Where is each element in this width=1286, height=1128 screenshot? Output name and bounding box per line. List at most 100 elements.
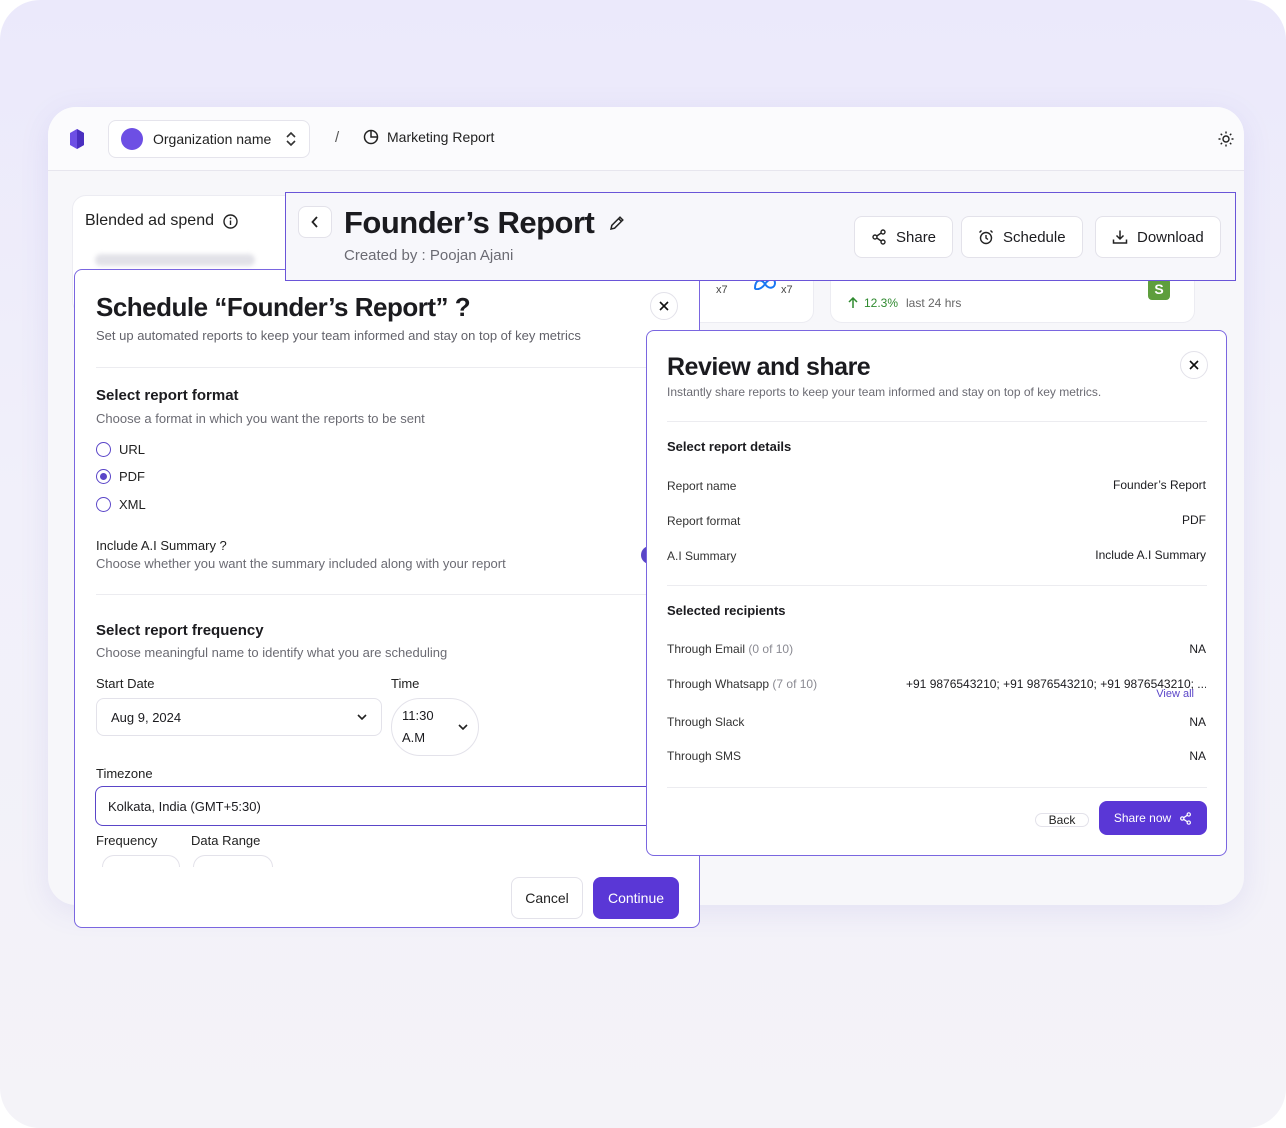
divider: [96, 594, 656, 595]
schedule-close-button[interactable]: [650, 292, 678, 320]
recipient-count: (0 of 10): [748, 642, 794, 656]
time-value-meridiem: A.M: [402, 730, 426, 745]
recipient-value: NA: [1189, 715, 1206, 729]
data-range-select[interactable]: [193, 855, 273, 867]
download-button-label: Download: [1137, 228, 1204, 246]
detail-key: A.I Summary: [667, 549, 737, 563]
chevron-down-icon: [458, 724, 468, 730]
review-share-modal: Review and share Instantly share reports…: [646, 330, 1227, 856]
shopify-logo-icon: S: [1148, 278, 1170, 300]
recipient-channel: Through Slack: [667, 715, 745, 729]
channel-count-a: x7: [716, 284, 728, 296]
pie-chart-icon: [363, 129, 379, 145]
review-close-button[interactable]: [1180, 351, 1208, 379]
top-bar: Organization name / Marketing Report: [48, 107, 1244, 171]
frequency-label: Frequency: [96, 833, 158, 848]
channel-count-b: x7: [781, 284, 793, 296]
data-range-label: Data Range: [191, 833, 261, 848]
app-logo-icon: [70, 129, 84, 149]
download-button[interactable]: Download: [1095, 216, 1221, 258]
start-date-label: Start Date: [96, 676, 155, 691]
chevron-left-icon: [311, 216, 318, 228]
review-modal-title: Review and share: [667, 353, 871, 381]
info-icon[interactable]: [223, 213, 238, 229]
time-label: Time: [391, 676, 420, 691]
close-icon: [659, 301, 669, 311]
arrow-up-icon: [848, 297, 858, 308]
page-background: Organization name / Marketing Report Ble…: [0, 0, 1286, 1128]
divider: [667, 585, 1207, 586]
share-icon: [1180, 811, 1192, 825]
recipient-key: Through SMS: [667, 749, 741, 763]
detail-value: Include A.I Summary: [1095, 548, 1206, 562]
schedule-button[interactable]: Schedule: [961, 216, 1083, 258]
radio-button-selected[interactable]: [96, 469, 111, 484]
breadcrumb-report[interactable]: Marketing Report: [363, 129, 494, 145]
schedule-modal-title: Schedule “Founder’s Report” ?: [96, 292, 471, 322]
theme-toggle-icon[interactable]: [1218, 131, 1234, 147]
time-select[interactable]: 11:30 A.M: [391, 698, 479, 756]
recipient-key: Through Slack: [667, 715, 744, 729]
organization-selector[interactable]: Organization name: [108, 120, 310, 158]
schedule-modal-description: Set up automated reports to keep your te…: [96, 328, 581, 343]
divider: [667, 421, 1207, 422]
blurred-value: [95, 254, 255, 266]
recipient-count: (7 of 10): [772, 677, 818, 691]
format-option-url[interactable]: URL: [96, 442, 145, 457]
share-now-label: Share now: [1113, 811, 1172, 825]
share-button-label: Share: [896, 228, 937, 246]
recipients-section-title: Selected recipients: [667, 603, 786, 618]
detail-key: Report name: [667, 479, 737, 493]
detail-value: Founder’s Report: [1113, 478, 1206, 492]
breadcrumb-report-label: Marketing Report: [387, 129, 495, 145]
back-button[interactable]: Back: [1035, 813, 1089, 827]
recipient-key: Through Email (0 of 10): [667, 642, 793, 656]
metric-change-value: 12.3%: [864, 296, 899, 310]
ai-summary-title: Include A.I Summary ?: [96, 538, 227, 553]
recipient-value: NA: [1189, 749, 1206, 763]
recipient-channel: Through Email: [667, 642, 746, 656]
timezone-input[interactable]: Kolkata, India (GMT+5:30): [95, 786, 675, 826]
timezone-label: Timezone: [96, 766, 153, 781]
chevron-down-icon: [357, 714, 367, 720]
edit-pencil-icon[interactable]: [608, 214, 626, 232]
detail-value: PDF: [1182, 513, 1206, 527]
timezone-value: Kolkata, India (GMT+5:30): [108, 798, 261, 814]
download-icon: [1112, 230, 1128, 244]
start-date-select[interactable]: Aug 9, 2024: [96, 698, 382, 736]
recipient-value: NA: [1189, 642, 1206, 656]
time-value: 11:30 A.M: [402, 705, 434, 749]
format-option-label: URL: [119, 442, 146, 457]
frequency-section-title: Select report frequency: [96, 622, 264, 639]
divider: [96, 367, 656, 368]
frequency-select[interactable]: [102, 855, 180, 867]
format-option-xml[interactable]: XML: [96, 497, 146, 512]
share-icon: [872, 229, 886, 245]
view-all-link[interactable]: View all: [1156, 688, 1194, 700]
report-title-row: Founder’s Report: [344, 205, 626, 241]
back-button[interactable]: [298, 206, 332, 238]
organization-name: Organization name: [153, 131, 272, 147]
details-section-title: Select report details: [667, 439, 792, 454]
format-option-pdf[interactable]: PDF: [96, 469, 145, 484]
format-option-label: PDF: [119, 469, 145, 484]
recipient-channel: Through SMS: [667, 749, 742, 763]
chevron-up-down-icon: [286, 131, 296, 147]
close-icon: [1189, 360, 1199, 370]
format-section-title: Select report format: [96, 387, 239, 404]
format-section-subtitle: Choose a format in which you want the re…: [96, 411, 425, 426]
cancel-button[interactable]: Cancel: [511, 877, 583, 919]
radio-button[interactable]: [96, 497, 111, 512]
radio-button[interactable]: [96, 442, 111, 457]
ai-summary-subtitle: Choose whether you want the summary incl…: [96, 556, 506, 571]
report-header: Founder’s Report Created by : Poojan Aja…: [285, 192, 1236, 281]
metric-period: last 24 hrs: [906, 296, 962, 310]
share-now-button[interactable]: Share now: [1099, 801, 1207, 835]
continue-button[interactable]: Continue: [593, 877, 679, 919]
share-button[interactable]: Share: [854, 216, 954, 258]
schedule-button-label: Schedule: [1003, 228, 1066, 246]
metric-change: 12.3%: [848, 296, 898, 310]
alarm-clock-icon: [979, 230, 993, 245]
breadcrumb-separator: /: [335, 129, 340, 146]
recipient-channel: Through Whatsapp: [667, 677, 770, 691]
